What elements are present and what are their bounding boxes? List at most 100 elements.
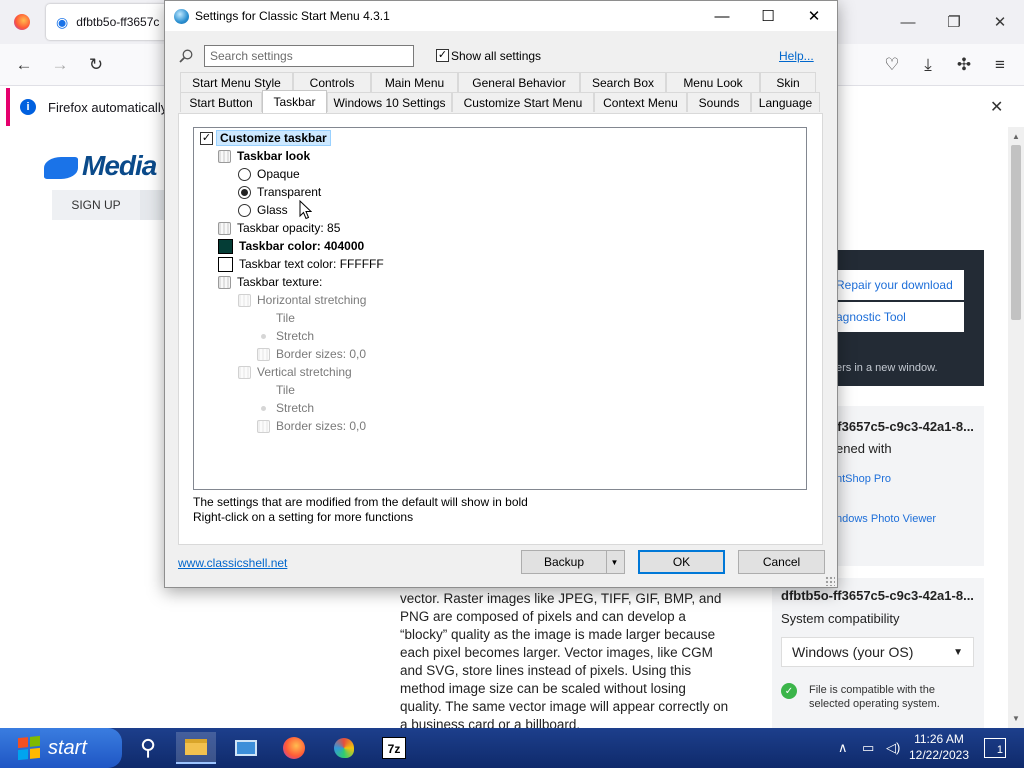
bullet-icon <box>257 330 270 343</box>
firefox-view-button[interactable] <box>4 4 40 40</box>
dialog-minimize-icon[interactable]: — <box>699 1 745 31</box>
opaque-radio-item[interactable]: Opaque <box>238 166 300 182</box>
site-logo[interactable]: Media <box>44 150 157 182</box>
horizontal-border-item[interactable]: Border sizes: 0,0 <box>257 346 366 362</box>
dialog-titlebar[interactable]: Settings for Classic Start Menu 4.3.1 — … <box>165 1 837 31</box>
close-icon[interactable]: ✕ <box>980 8 1020 36</box>
control-panel-icon[interactable] <box>226 732 266 764</box>
vertical-stretching-item[interactable]: Vertical stretching <box>238 364 352 380</box>
vertical-stretch-item[interactable]: Stretch <box>257 400 314 416</box>
search-taskbar-icon[interactable]: ⚲ <box>128 732 168 764</box>
tab-language[interactable]: Language <box>751 92 820 112</box>
tab-general-behavior[interactable]: General Behavior <box>458 72 580 92</box>
file-explorer-icon[interactable] <box>176 732 216 764</box>
signup-button[interactable]: SIGN UP <box>52 190 140 220</box>
customize-taskbar-item[interactable]: ✓ Customize taskbar <box>200 130 331 146</box>
tab-search-box[interactable]: Search Box <box>580 72 666 92</box>
tab-customize-start-menu[interactable]: Customize Start Menu <box>452 92 594 112</box>
network-icon[interactable]: ▭ <box>862 728 874 768</box>
transparent-radio-item[interactable]: Transparent <box>238 184 321 200</box>
dialog-close-icon[interactable]: ✕ <box>791 1 837 31</box>
scroll-down-icon[interactable]: ▼ <box>1012 714 1020 723</box>
minimize-icon[interactable]: — <box>888 8 928 36</box>
taskbar-color-item[interactable]: Taskbar color: 404000 <box>218 238 364 254</box>
taskbar-look-item[interactable]: Taskbar look <box>218 148 310 164</box>
vertical-tile-item[interactable]: Tile <box>257 382 295 398</box>
downloads-icon[interactable]: ⤓ <box>914 52 942 78</box>
tab-controls[interactable]: Controls <box>293 72 371 92</box>
show-all-settings-label[interactable]: Show all settings <box>451 49 541 63</box>
volume-icon[interactable]: ◁) <box>886 728 900 768</box>
search-settings-input[interactable] <box>204 45 414 67</box>
horizontal-stretch-item[interactable]: Stretch <box>257 328 314 344</box>
back-icon[interactable]: ← <box>10 52 38 78</box>
restore-icon[interactable]: ❐ <box>934 8 974 36</box>
horizontal-stretching-item[interactable]: Horizontal stretching <box>238 292 366 308</box>
tab-taskbar[interactable]: Taskbar <box>262 90 327 113</box>
new-window-note: ers in a new window. <box>836 362 938 374</box>
clock[interactable]: 11:26 AM 12/22/2023 <box>906 731 972 763</box>
classicshell-link[interactable]: www.classicshell.net <box>178 556 287 570</box>
7zip-icon[interactable]: 7z <box>374 732 414 764</box>
tab-skin[interactable]: Skin <box>760 72 816 92</box>
glass-radio-item[interactable]: Glass <box>238 202 288 218</box>
dropdown-arrow-icon[interactable]: ▼ <box>606 551 622 573</box>
help-link[interactable]: Help... <box>779 49 814 63</box>
horizontal-tile-item[interactable]: Tile <box>257 310 295 326</box>
taskbar-opacity-item[interactable]: Taskbar opacity: 85 <box>218 220 340 236</box>
app-link-photo-viewer[interactable]: ndows Photo Viewer <box>836 513 936 525</box>
forward-icon[interactable]: → <box>46 52 74 78</box>
setting-icon <box>218 221 231 235</box>
tab-main-menu[interactable]: Main Menu <box>371 72 458 92</box>
repair-download-link[interactable]: Repair your download <box>836 270 964 300</box>
paint-icon[interactable] <box>324 732 364 764</box>
app-link-paintshop[interactable]: ntShop Pro <box>836 473 891 485</box>
dialog-maximize-icon[interactable]: ☐ <box>745 1 791 31</box>
transparent-radio[interactable] <box>238 185 251 199</box>
taskbar-color-swatch <box>218 238 233 254</box>
tab-start-button[interactable]: Start Button <box>180 92 262 112</box>
taskbar-text-color-item[interactable]: Taskbar text color: FFFFFF <box>218 256 384 272</box>
setting-icon <box>238 365 251 379</box>
logo-swoosh-icon <box>44 156 78 179</box>
extensions-icon[interactable]: ✣ <box>950 52 978 78</box>
scroll-up-icon[interactable]: ▲ <box>1012 132 1020 141</box>
bullet-icon <box>257 402 270 415</box>
backup-button[interactable]: Backup ▼ <box>521 550 625 574</box>
cancel-button[interactable]: Cancel <box>738 550 825 574</box>
taskbar-texture-item[interactable]: Taskbar texture: <box>218 274 322 290</box>
customize-taskbar-checkbox[interactable]: ✓ <box>200 131 213 145</box>
notification-close-icon[interactable]: ✕ <box>990 97 1003 117</box>
action-center-icon[interactable]: 1 <box>984 738 1006 758</box>
pocket-icon[interactable]: ♡ <box>878 52 906 78</box>
diagnostic-tool-link[interactable]: agnostic Tool <box>836 302 964 332</box>
ok-button[interactable]: OK <box>638 550 725 574</box>
setting-icon <box>238 293 251 307</box>
logo-text: Media <box>82 150 157 181</box>
tab-sounds[interactable]: Sounds <box>687 92 751 112</box>
windows-flag-icon <box>18 735 40 761</box>
show-hidden-icons-icon[interactable]: ∧ <box>838 728 848 768</box>
firefox-icon <box>14 14 30 30</box>
resize-grip[interactable] <box>825 576 835 586</box>
glass-radio[interactable] <box>238 203 251 217</box>
reload-icon[interactable]: ↻ <box>82 52 110 78</box>
menu-icon[interactable]: ≡ <box>986 52 1014 78</box>
tab-context-menu[interactable]: Context Menu <box>594 92 687 112</box>
tab-menu-look[interactable]: Menu Look <box>666 72 760 92</box>
hint-bold-settings: The settings that are modified from the … <box>193 495 528 509</box>
firefox-taskbar-icon[interactable] <box>274 732 314 764</box>
scroll-thumb[interactable] <box>1011 145 1021 320</box>
show-all-settings-checkbox[interactable]: ✓ <box>436 49 449 62</box>
vertical-border-item[interactable]: Border sizes: 0,0 <box>257 418 366 434</box>
tab-windows-10-settings[interactable]: Windows 10 Settings <box>327 92 452 112</box>
clock-date: 12/22/2023 <box>908 748 970 762</box>
os-select[interactable]: Windows (your OS) ▼ <box>781 637 974 667</box>
tab-title: dfbtb5o-ff3657c <box>76 15 160 29</box>
setting-icon <box>218 275 231 289</box>
nav-button[interactable] <box>140 190 166 220</box>
opaque-radio[interactable] <box>238 167 251 181</box>
browser-tab[interactable]: ◉ dfbtb5o-ff3657c <box>46 4 176 40</box>
tab-start-menu-style[interactable]: Start Menu Style <box>180 72 293 92</box>
start-button[interactable]: start <box>0 728 122 768</box>
